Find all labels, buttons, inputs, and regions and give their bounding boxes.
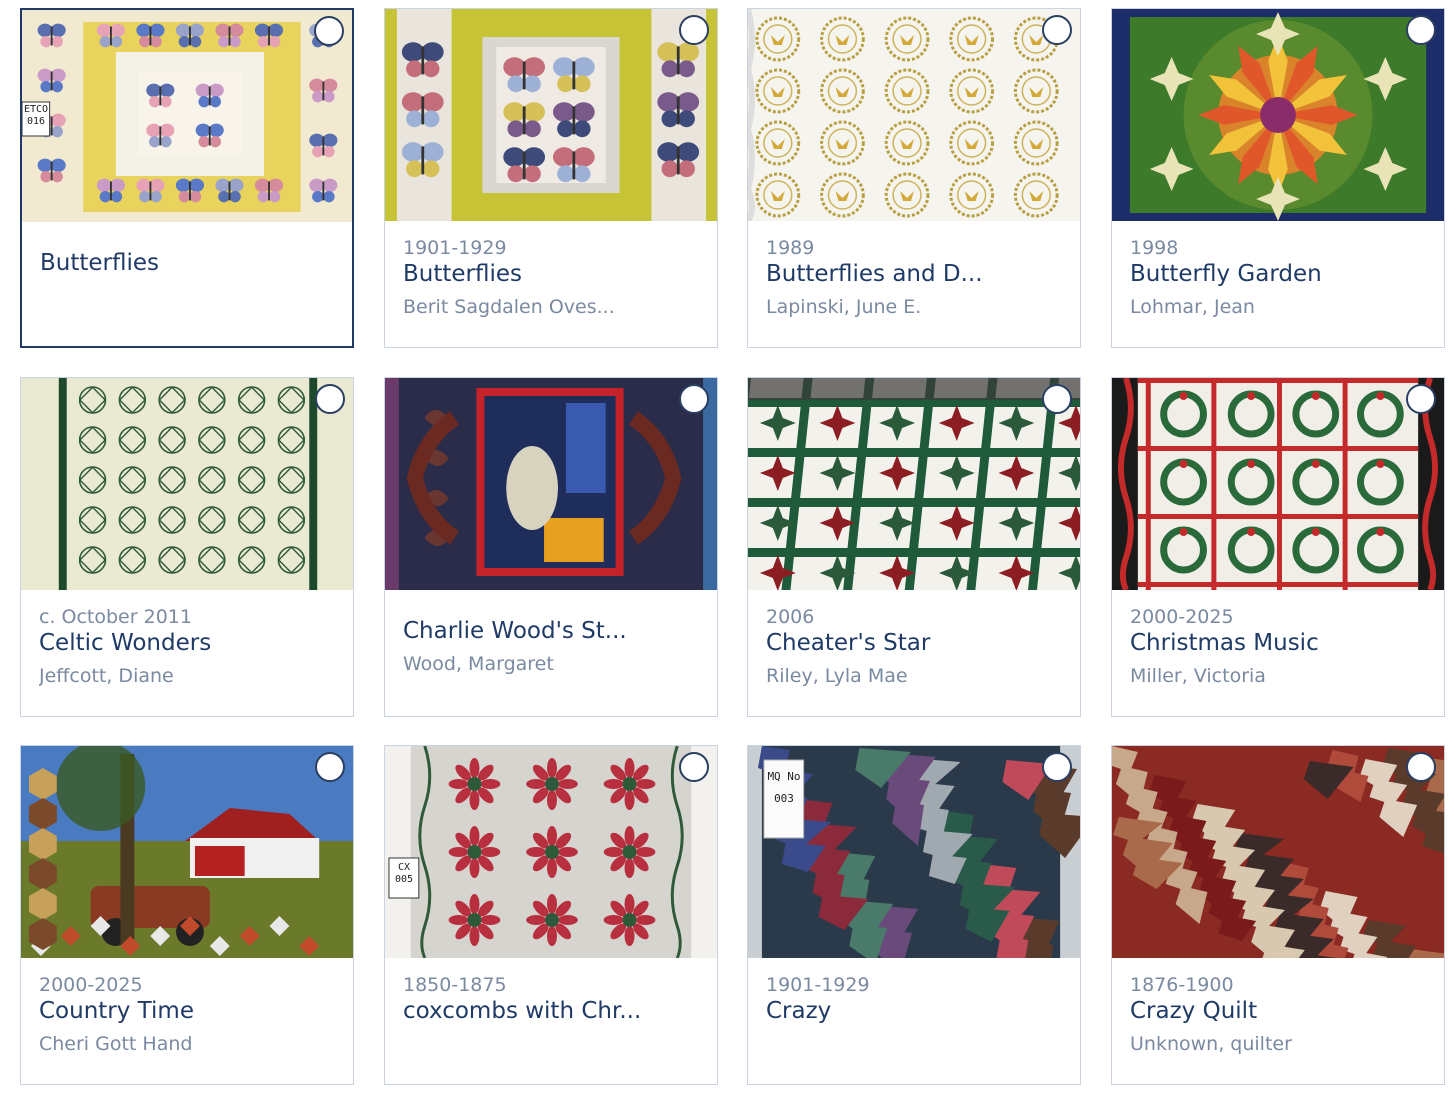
quilt-card[interactable]: 2000-2025 Country Time Cheri Gott Hand bbox=[20, 745, 354, 1085]
quilt-card[interactable]: 1901-1929 Butterflies Berit Sagdalen Oves.… bbox=[384, 8, 718, 348]
quilt-title[interactable]: Christmas Music bbox=[1130, 628, 1430, 658]
quilt-thumbnail[interactable] bbox=[748, 378, 1080, 590]
quilt-date: 1876-1900 bbox=[1130, 974, 1234, 996]
quilt-maker: Berit Sagdalen Oves... bbox=[403, 296, 615, 318]
quilt-title[interactable]: Country Time bbox=[39, 996, 339, 1026]
quilt-thumbnail[interactable] bbox=[748, 9, 1080, 221]
card-meta: 1989 Butterflies and D... Lapinski, June E… bbox=[766, 237, 1066, 319]
card-meta: 2006 Cheater's Star Riley, Lyla Mae bbox=[766, 606, 1066, 688]
quilt-card[interactable]: Charlie Wood's St... Wood, Margaret bbox=[384, 377, 718, 717]
quilt-maker: Lohmar, Jean bbox=[1130, 296, 1255, 318]
quilt-thumbnail[interactable] bbox=[1112, 378, 1444, 590]
thumbnail-label-line: 003 bbox=[774, 792, 794, 805]
select-checkbox[interactable] bbox=[315, 752, 345, 782]
thumbnail-label-line: CX bbox=[397, 862, 411, 873]
quilt-title[interactable]: Butterfly Garden bbox=[1130, 259, 1430, 289]
quilt-thumbnail[interactable] bbox=[385, 378, 717, 590]
quilt-maker: Riley, Lyla Mae bbox=[766, 665, 908, 687]
card-meta: c. October 2011 Celtic Wonders Jeffcott, D… bbox=[39, 606, 339, 688]
quilt-card[interactable]: 1998 Butterfly Garden Lohmar, Jean bbox=[1111, 8, 1445, 348]
select-checkbox[interactable] bbox=[315, 384, 345, 414]
quilt-thumbnail[interactable] bbox=[21, 746, 353, 958]
quilt-title[interactable]: Crazy Quilt bbox=[1130, 996, 1430, 1026]
quilt-date: 1901-1929 bbox=[766, 974, 870, 996]
thumbnail-label-line: 016 bbox=[26, 116, 46, 127]
quilt-thumbnail[interactable] bbox=[385, 9, 717, 221]
thumbnail-label-tag: ETCO 016 bbox=[22, 104, 50, 128]
thumbnail-label-tag: MQ No 003 bbox=[764, 766, 804, 810]
quilt-maker: Jeffcott, Diane bbox=[39, 665, 174, 687]
quilt-maker: Cheri Gott Hand bbox=[39, 1033, 193, 1055]
quilt-maker: Lapinski, June E. bbox=[766, 296, 922, 318]
card-meta: 2000-2025 Country Time Cheri Gott Hand bbox=[39, 974, 339, 1056]
thumbnail-label-line: MQ No bbox=[767, 770, 801, 783]
quilt-thumbnail[interactable] bbox=[385, 746, 717, 958]
quilt-maker: Unknown, quilter bbox=[1130, 1033, 1292, 1055]
card-meta: Butterflies bbox=[40, 248, 338, 278]
card-meta: 1901-1929 Crazy bbox=[766, 974, 1066, 1026]
card-meta: 1850-1875 coxcombs with Chr... bbox=[403, 974, 703, 1026]
thumbnail-label-line: 005 bbox=[394, 874, 414, 885]
select-checkbox[interactable] bbox=[679, 752, 709, 782]
quilt-title[interactable]: coxcombs with Chr... bbox=[403, 996, 703, 1026]
quilt-date: 1901-1929 bbox=[403, 237, 507, 259]
quilt-card[interactable]: 1876-1900 Crazy Quilt Unknown, quilter bbox=[1111, 745, 1445, 1085]
quilt-date: 2000-2025 bbox=[1130, 606, 1234, 628]
select-checkbox[interactable] bbox=[679, 15, 709, 45]
card-meta: 1876-1900 Crazy Quilt Unknown, quilter bbox=[1130, 974, 1430, 1056]
select-checkbox[interactable] bbox=[1042, 752, 1072, 782]
quilt-card[interactable]: MQ No 003 1901-1929 Crazy bbox=[747, 745, 1081, 1085]
select-checkbox[interactable] bbox=[679, 384, 709, 414]
quilt-date: 2006 bbox=[766, 606, 815, 628]
quilt-date: 1850-1875 bbox=[403, 974, 507, 996]
card-meta: 2000-2025 Christmas Music Miller, Victoria bbox=[1130, 606, 1430, 688]
quilt-title[interactable]: Cheater's Star bbox=[766, 628, 1066, 658]
quilt-card[interactable]: ETCO 016 Butterflies bbox=[20, 8, 354, 348]
quilt-date: 1998 bbox=[1130, 237, 1179, 259]
quilt-card[interactable]: 2006 Cheater's Star Riley, Lyla Mae bbox=[747, 377, 1081, 717]
select-checkbox[interactable] bbox=[1042, 384, 1072, 414]
quilt-date: 1989 bbox=[766, 237, 815, 259]
quilt-card[interactable]: 2000-2025 Christmas Music Miller, Victoria bbox=[1111, 377, 1445, 717]
select-checkbox[interactable] bbox=[1042, 15, 1072, 45]
quilt-maker: Miller, Victoria bbox=[1130, 665, 1266, 687]
quilt-date: c. October 2011 bbox=[39, 606, 192, 628]
thumbnail-label-line: ETCO bbox=[23, 104, 49, 115]
quilt-card[interactable]: 1989 Butterflies and D... Lapinski, June E… bbox=[747, 8, 1081, 348]
quilt-thumbnail[interactable] bbox=[1112, 746, 1444, 958]
quilt-card[interactable]: CX 005 1850-1875 coxcombs with Chr... bbox=[384, 745, 718, 1085]
quilt-maker: Wood, Margaret bbox=[403, 653, 554, 675]
quilt-date: 2000-2025 bbox=[39, 974, 143, 996]
card-meta: Charlie Wood's St... Wood, Margaret bbox=[403, 616, 703, 676]
quilt-title[interactable]: Celtic Wonders bbox=[39, 628, 339, 658]
quilt-title[interactable]: Charlie Wood's St... bbox=[403, 616, 703, 646]
quilt-results-grid: ETCO 016 Butterflies 1901-1929 Butterflies Be… bbox=[0, 0, 1456, 1099]
quilt-thumbnail[interactable] bbox=[1112, 9, 1444, 221]
quilt-title[interactable]: Butterflies bbox=[40, 248, 338, 278]
select-checkbox[interactable] bbox=[1406, 15, 1436, 45]
select-checkbox[interactable] bbox=[1406, 752, 1436, 782]
quilt-title[interactable]: Crazy bbox=[766, 996, 1066, 1026]
card-meta: 1998 Butterfly Garden Lohmar, Jean bbox=[1130, 237, 1430, 319]
quilt-title[interactable]: Butterflies and D... bbox=[766, 259, 1066, 289]
thumbnail-label-tag: CX 005 bbox=[389, 862, 419, 886]
select-checkbox[interactable] bbox=[314, 16, 344, 46]
select-checkbox[interactable] bbox=[1406, 384, 1436, 414]
quilt-title[interactable]: Butterflies bbox=[403, 259, 703, 289]
quilt-thumbnail[interactable] bbox=[22, 10, 352, 222]
card-meta: 1901-1929 Butterflies Berit Sagdalen Oves.… bbox=[403, 237, 703, 319]
quilt-card[interactable]: c. October 2011 Celtic Wonders Jeffcott, D… bbox=[20, 377, 354, 717]
quilt-thumbnail[interactable] bbox=[21, 378, 353, 590]
